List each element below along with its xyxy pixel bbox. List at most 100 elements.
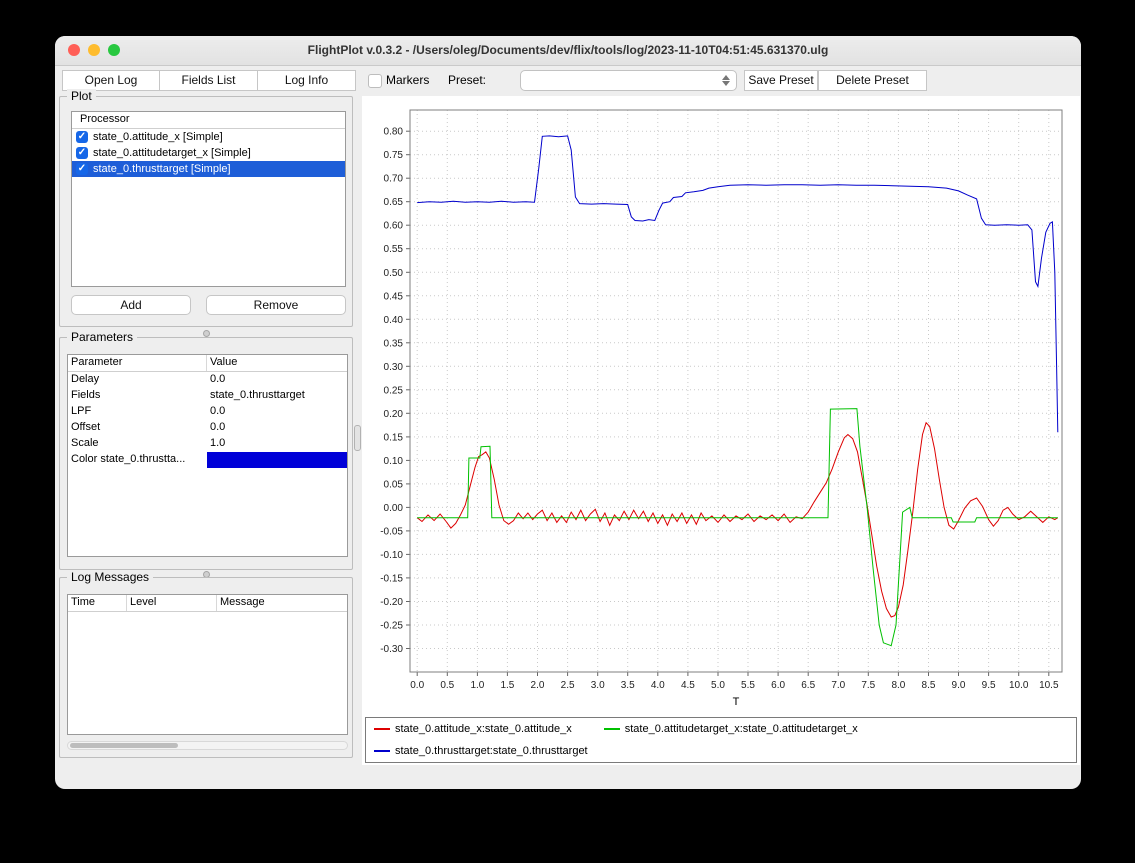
processor-table-body: ✓state_0.attitude_x [Simple]✓state_0.att… <box>72 129 345 177</box>
plot-series-row[interactable]: ✓ state_0.thrusttarget [Simple] <box>72 161 345 177</box>
parameter-name: Delay <box>68 372 207 388</box>
svg-text:3.0: 3.0 <box>591 680 605 691</box>
svg-text:0.65: 0.65 <box>384 197 404 208</box>
svg-text:0.20: 0.20 <box>384 409 404 420</box>
log-messages-horizontal-scrollbar[interactable] <box>67 741 348 750</box>
parameter-row[interactable]: LPF0.0 <box>68 404 347 420</box>
svg-text:5.0: 5.0 <box>711 680 725 691</box>
svg-text:0.05: 0.05 <box>384 479 404 490</box>
svg-text:9.0: 9.0 <box>952 680 966 691</box>
scrollbar-thumb[interactable] <box>70 743 178 748</box>
parameter-row[interactable]: Delay0.0 <box>68 372 347 388</box>
svg-text:-0.05: -0.05 <box>380 526 403 537</box>
svg-text:0.5: 0.5 <box>440 680 454 691</box>
log-info-button[interactable]: Log Info <box>257 70 356 91</box>
parameter-name: LPF <box>68 404 207 420</box>
svg-text:3.5: 3.5 <box>621 680 635 691</box>
svg-text:2.5: 2.5 <box>561 680 575 691</box>
parameter-value: 0.0 <box>207 420 347 436</box>
svg-text:0.0: 0.0 <box>410 680 424 691</box>
plot-group: Plot Processor ✓state_0.attitude_x [Simp… <box>59 96 353 327</box>
series-label: state_0.attitudetarget_x [Simple] <box>93 147 251 159</box>
legend-entry: state_0.attitude_x:state_0.attitude_x <box>374 723 572 735</box>
flightplot-window: FlightPlot v.0.3.2 - /Users/oleg/Documen… <box>55 36 1081 789</box>
svg-text:9.5: 9.5 <box>982 680 996 691</box>
parameters-group: Parameters Parameter Value Delay0.0Field… <box>59 337 353 570</box>
svg-text:0.45: 0.45 <box>384 291 404 302</box>
svg-text:0.15: 0.15 <box>384 432 404 443</box>
close-window-button[interactable] <box>68 44 80 56</box>
processor-table-header: Processor <box>72 112 345 129</box>
svg-text:-0.20: -0.20 <box>380 597 403 608</box>
plot-series-row[interactable]: ✓state_0.attitude_x [Simple] <box>72 129 345 145</box>
series-checkbox[interactable]: ✓ <box>76 131 88 143</box>
splitter-handle-plot-parameters[interactable] <box>203 330 210 337</box>
svg-text:-0.15: -0.15 <box>380 573 403 584</box>
svg-text:0.40: 0.40 <box>384 315 404 326</box>
svg-text:1.5: 1.5 <box>500 680 514 691</box>
svg-text:6.0: 6.0 <box>771 680 785 691</box>
processor-table: Processor ✓state_0.attitude_x [Simple]✓s… <box>71 111 346 287</box>
parameter-row[interactable]: Scale1.0 <box>68 436 347 452</box>
svg-text:0.30: 0.30 <box>384 362 404 373</box>
svg-text:0.70: 0.70 <box>384 174 404 185</box>
screenshot-stage: FlightPlot v.0.3.2 - /Users/oleg/Documen… <box>0 0 1135 863</box>
preset-dropdown-arrows-icon <box>720 73 732 88</box>
series-label: state_0.thrusttarget [Simple] <box>93 163 231 175</box>
remove-button[interactable]: Remove <box>206 295 346 315</box>
svg-text:-0.25: -0.25 <box>380 621 403 632</box>
svg-text:0.35: 0.35 <box>384 338 404 349</box>
series-checkbox[interactable]: ✓ <box>76 163 88 175</box>
svg-text:-0.10: -0.10 <box>380 550 403 561</box>
svg-text:10.5: 10.5 <box>1039 680 1059 691</box>
fields-list-button[interactable]: Fields List <box>159 70 258 91</box>
chart-legend: state_0.attitude_x:state_0.attitude_xsta… <box>365 717 1077 763</box>
svg-text:0.25: 0.25 <box>384 385 404 396</box>
markers-label: Markers <box>386 70 429 91</box>
level-column-header: Level <box>127 595 217 611</box>
preset-label: Preset: <box>448 70 486 91</box>
log-messages-table: Time Level Message <box>67 594 348 735</box>
legend-entry: state_0.thrusttarget:state_0.thrusttarge… <box>374 745 588 757</box>
svg-text:0.80: 0.80 <box>384 127 404 138</box>
legend-label: state_0.thrusttarget:state_0.thrusttarge… <box>395 745 588 757</box>
svg-text:0.10: 0.10 <box>384 456 404 467</box>
value-column-header: Value <box>207 355 347 371</box>
parameter-row[interactable]: Offset0.0 <box>68 420 347 436</box>
svg-text:2.0: 2.0 <box>531 680 545 691</box>
svg-text:0.60: 0.60 <box>384 221 404 232</box>
save-preset-button[interactable]: Save Preset <box>744 70 818 91</box>
zoom-window-button[interactable] <box>108 44 120 56</box>
markers-checkbox[interactable] <box>368 74 382 88</box>
parameters-table-body: Delay0.0Fieldsstate_0.thrusttargetLPF0.0… <box>68 372 347 468</box>
chart-plot-area[interactable]: 0.00.51.01.52.02.53.03.54.04.55.05.56.06… <box>362 96 1080 711</box>
svg-text:0.55: 0.55 <box>384 244 404 255</box>
delete-preset-button[interactable]: Delete Preset <box>818 70 927 91</box>
parameter-row[interactable]: Fieldsstate_0.thrusttarget <box>68 388 347 404</box>
parameters-table: Parameter Value Delay0.0Fieldsstate_0.th… <box>67 354 348 557</box>
svg-text:0.75: 0.75 <box>384 150 404 161</box>
open-log-button[interactable]: Open Log <box>62 70 160 91</box>
color-swatch[interactable] <box>207 452 347 468</box>
parameters-table-header: Parameter Value <box>68 355 347 372</box>
legend-row: state_0.thrusttarget:state_0.thrusttarge… <box>374 745 1068 757</box>
message-column-header: Message <box>217 595 347 611</box>
svg-text:4.5: 4.5 <box>681 680 695 691</box>
add-button[interactable]: Add <box>71 295 191 315</box>
processor-column-header: Processor <box>72 112 133 128</box>
svg-text:0.50: 0.50 <box>384 268 404 279</box>
parameter-value: state_0.thrusttarget <box>207 388 347 404</box>
parameter-row[interactable]: Color state_0.thrustta... <box>68 452 347 468</box>
svg-text:6.5: 6.5 <box>801 680 815 691</box>
svg-text:1.0: 1.0 <box>470 680 484 691</box>
svg-text:7.0: 7.0 <box>831 680 845 691</box>
time-column-header: Time <box>68 595 127 611</box>
parameter-value: 0.0 <box>207 404 347 420</box>
log-messages-group: Log Messages Time Level Message <box>59 577 353 758</box>
svg-text:8.5: 8.5 <box>922 680 936 691</box>
vertical-splitter-handle[interactable] <box>354 425 361 451</box>
plot-series-row[interactable]: ✓ state_0.attitudetarget_x [Simple] <box>72 145 345 161</box>
minimize-window-button[interactable] <box>88 44 100 56</box>
preset-combobox[interactable] <box>520 70 737 91</box>
series-checkbox[interactable]: ✓ <box>76 147 88 159</box>
